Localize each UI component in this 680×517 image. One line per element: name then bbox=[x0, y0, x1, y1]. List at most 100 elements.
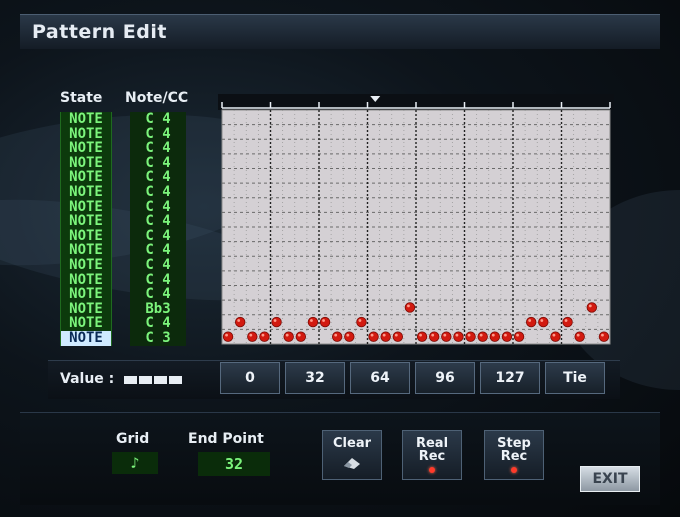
exit-button[interactable]: EXIT bbox=[580, 466, 640, 492]
page-title: Pattern Edit bbox=[32, 21, 167, 43]
note-dot[interactable] bbox=[477, 331, 488, 342]
note-cc-cell[interactable]: C 4 bbox=[130, 141, 186, 156]
note-dot[interactable] bbox=[441, 331, 452, 342]
note-dot-highlight bbox=[237, 319, 241, 322]
value-button-0[interactable]: 0 bbox=[220, 362, 280, 394]
value-button-tie[interactable]: Tie bbox=[545, 362, 605, 394]
note-dot-highlight bbox=[528, 319, 532, 322]
note-cc-cell[interactable]: C 4 bbox=[130, 257, 186, 273]
note-dot[interactable] bbox=[319, 316, 331, 328]
note-dot[interactable] bbox=[513, 331, 525, 342]
note-dot-highlight bbox=[540, 319, 544, 322]
state-cell[interactable]: NOTE bbox=[60, 272, 112, 288]
note-dot[interactable] bbox=[538, 316, 549, 328]
state-cell[interactable]: NOTE bbox=[60, 316, 112, 331]
note-cc-cell[interactable]: C 4 bbox=[130, 287, 186, 302]
value-button-64[interactable]: 64 bbox=[350, 362, 410, 394]
value-button-127[interactable]: 127 bbox=[480, 362, 540, 394]
pattern-edit-screen: Pattern Edit State Note/CC NOTE NOTE NOTE N… bbox=[0, 0, 680, 517]
real-rec-button[interactable]: Real Rec bbox=[402, 430, 462, 480]
note-dot-highlight bbox=[285, 333, 289, 337]
note-cc-cell[interactable]: C 4 bbox=[130, 228, 186, 244]
note-dot[interactable] bbox=[453, 331, 464, 342]
value-level-indicator bbox=[124, 376, 182, 384]
note-cc-cell[interactable]: C 4 bbox=[130, 243, 186, 258]
note-dot[interactable] bbox=[295, 331, 307, 342]
title-bar: Pattern Edit bbox=[20, 14, 660, 49]
state-cell[interactable]: NOTE bbox=[60, 199, 112, 215]
grid-value-field[interactable]: ♪ bbox=[112, 452, 158, 474]
note-dot[interactable] bbox=[380, 331, 391, 342]
note-dot[interactable] bbox=[562, 316, 573, 328]
note-dot-highlight bbox=[225, 333, 228, 337]
note-cc-cell[interactable]: C 4 bbox=[130, 199, 186, 215]
note-dot-highlight bbox=[407, 304, 410, 308]
note-dot-highlight bbox=[431, 333, 435, 337]
note-cc-cell[interactable]: Bb3 bbox=[130, 301, 186, 317]
note-dot[interactable] bbox=[222, 331, 234, 342]
note-dot[interactable] bbox=[331, 331, 343, 342]
value-label: Value : bbox=[60, 371, 115, 387]
state-cell[interactable]: NOTE bbox=[60, 155, 112, 171]
value-button-32[interactable]: 32 bbox=[285, 362, 345, 394]
state-cell[interactable]: NOTE bbox=[60, 184, 112, 200]
note-dot-highlight bbox=[601, 333, 604, 337]
note-dot-highlight bbox=[479, 333, 483, 337]
note-dot-highlight bbox=[576, 333, 580, 337]
note-dot[interactable] bbox=[356, 316, 367, 328]
note-cc-cell[interactable]: C 4 bbox=[130, 170, 186, 185]
note-dot[interactable] bbox=[368, 331, 379, 342]
note-dot[interactable] bbox=[598, 331, 610, 342]
state-cell[interactable]: NOTE bbox=[60, 301, 112, 317]
note-cc-cell[interactable]: C 4 bbox=[130, 112, 186, 127]
note-dot-highlight bbox=[394, 333, 398, 337]
note-dot[interactable] bbox=[307, 316, 319, 328]
note-dot[interactable] bbox=[404, 302, 416, 313]
state-cell[interactable]: NOTE bbox=[60, 170, 112, 185]
note-dot[interactable] bbox=[344, 331, 355, 342]
state-cell[interactable]: NOTE bbox=[60, 257, 112, 273]
value-button-96[interactable]: 96 bbox=[415, 362, 475, 394]
end-point-field[interactable]: 32 bbox=[198, 452, 270, 476]
note-cc-cell[interactable]: C 4 bbox=[130, 272, 186, 288]
step-rec-button[interactable]: Step Rec bbox=[484, 430, 544, 480]
note-dot[interactable] bbox=[283, 331, 294, 342]
state-column: NOTE NOTE NOTE NOTE NOTE NOTE NOTE NOTE NOTE NOTE… bbox=[60, 112, 112, 346]
note-dot[interactable] bbox=[259, 331, 270, 342]
step-grid-canvas[interactable] bbox=[218, 94, 614, 346]
note-dot[interactable] bbox=[234, 316, 246, 328]
note-dot[interactable] bbox=[489, 331, 501, 342]
state-cell[interactable]: NOTE bbox=[60, 126, 112, 142]
state-cell[interactable]: NOTE bbox=[60, 243, 112, 258]
note-dot[interactable] bbox=[525, 316, 537, 328]
note-dot[interactable] bbox=[247, 331, 258, 342]
note-dot[interactable] bbox=[574, 331, 585, 342]
state-cell[interactable]: NOTE bbox=[60, 112, 112, 127]
clear-button[interactable]: Clear bbox=[322, 430, 382, 480]
state-cell[interactable]: NOTE bbox=[60, 141, 112, 156]
note-dot[interactable] bbox=[465, 331, 476, 342]
note-dot[interactable] bbox=[392, 331, 404, 342]
note-cc-cell[interactable]: C 3 bbox=[130, 330, 186, 346]
note-dot-highlight bbox=[552, 333, 556, 337]
note-dot-highlight bbox=[382, 333, 386, 337]
state-cell[interactable]: NOTE bbox=[60, 214, 112, 229]
note-dot[interactable] bbox=[271, 316, 282, 328]
eraser-icon bbox=[344, 458, 360, 469]
note-dot[interactable] bbox=[501, 331, 513, 342]
note-cc-cell[interactable]: C 4 bbox=[130, 126, 186, 142]
note-dot[interactable] bbox=[550, 331, 561, 342]
state-cell[interactable]: NOTE bbox=[60, 228, 112, 244]
note-cc-cell[interactable]: C 4 bbox=[130, 184, 186, 200]
state-cell[interactable]: NOTE bbox=[60, 330, 112, 346]
note-dot[interactable] bbox=[428, 331, 440, 342]
note-cc-cell[interactable]: C 4 bbox=[130, 155, 186, 171]
note-dot-highlight bbox=[322, 319, 325, 322]
step-grid[interactable] bbox=[218, 94, 614, 346]
note-cc-cell[interactable]: C 4 bbox=[130, 316, 186, 331]
state-cell[interactable]: NOTE bbox=[60, 287, 112, 302]
note-dot[interactable] bbox=[416, 331, 428, 342]
note-dot[interactable] bbox=[586, 302, 598, 313]
note-dot-highlight bbox=[249, 333, 253, 337]
note-cc-cell[interactable]: C 4 bbox=[130, 214, 186, 229]
